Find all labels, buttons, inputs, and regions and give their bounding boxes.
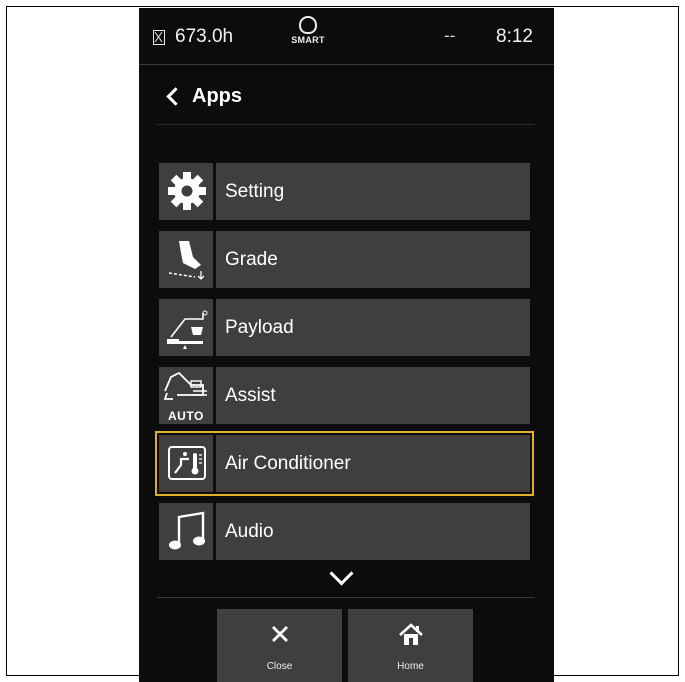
payload-icon [159,299,216,356]
close-label: Close [266,661,293,672]
chevron-left-icon [166,86,185,106]
menu-item-label: Setting [225,181,285,202]
status-bar: 673.0h SMART -- 8:12 [139,8,554,64]
menu-item-payload[interactable]: Payload [159,299,530,356]
home-button[interactable]: Home [348,609,473,682]
excavator-auto-icon: AUTO [159,367,216,424]
chevron-down-icon[interactable] [329,561,354,586]
page-title: Apps [192,84,242,107]
gear-icon [159,163,216,220]
menu-item-setting[interactable]: Setting [159,163,530,220]
auto-badge: AUTO [168,409,204,423]
menu-item-label: Payload [225,317,294,338]
close-icon [271,626,288,642]
home-label: Home [397,661,424,672]
menu-item-audio[interactable]: Audio [159,503,530,560]
music-note-icon [159,503,216,560]
smart-mode-icon: SMART [291,16,325,56]
divider [157,597,535,598]
hourglass-icon [153,30,165,45]
menu-item-assist[interactable]: AUTO Assist [159,367,530,424]
menu-item-grade[interactable]: Grade [159,231,530,288]
menu-item-air-conditioner[interactable]: Air Conditioner [155,431,534,496]
menu-item-label: Air Conditioner [225,453,351,474]
back-button[interactable]: Apps [166,78,242,114]
menu-item-label: Grade [225,249,278,270]
smart-label: SMART [291,35,325,45]
grade-icon [159,231,216,288]
status-dashes: -- [444,26,456,45]
home-icon [398,623,423,645]
divider [157,124,535,125]
divider [139,64,554,65]
clock: 8:12 [496,26,533,47]
close-button[interactable]: Close [217,609,342,682]
menu-item-label: Assist [225,385,276,406]
air-conditioner-icon [159,435,216,492]
monitor-screen: 673.0h SMART -- 8:12 Apps Setting Grade … [139,8,554,682]
menu-item-label: Audio [225,521,274,542]
hour-meter: 673.0h [175,26,234,47]
